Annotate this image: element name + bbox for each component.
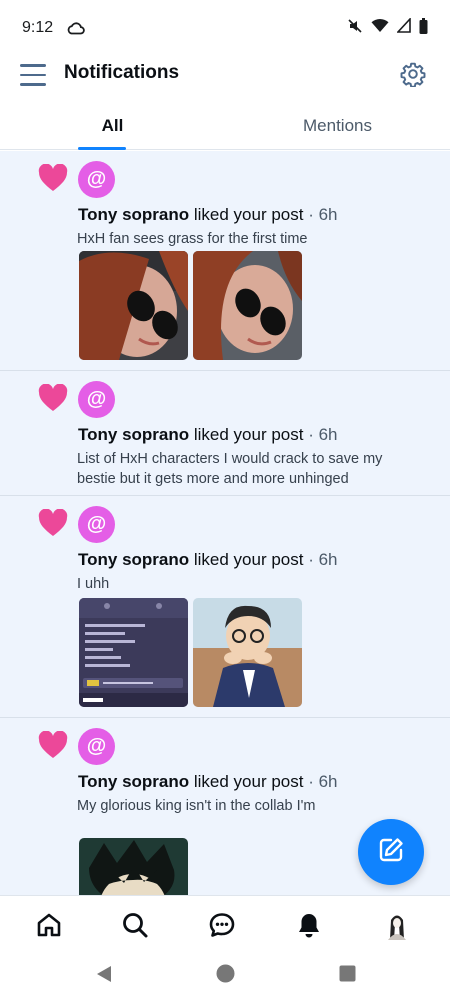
status-icons bbox=[347, 16, 428, 39]
post-text: HxH fan sees grass for the first time bbox=[77, 231, 308, 247]
system-nav-bar bbox=[0, 957, 450, 1000]
cloud-icon bbox=[67, 21, 85, 35]
heart-icon bbox=[38, 508, 68, 537]
notification-text: Tony soprano liked your post · 6h bbox=[78, 550, 338, 570]
post-images bbox=[79, 838, 188, 895]
signal-icon bbox=[396, 16, 411, 38]
post-text: List of HxH characters I would crack to … bbox=[77, 451, 383, 487]
post-image[interactable] bbox=[79, 598, 188, 707]
nav-notifications[interactable] bbox=[292, 910, 326, 944]
post-images bbox=[79, 598, 302, 707]
recents-icon[interactable] bbox=[339, 965, 356, 987]
heart-icon bbox=[38, 383, 68, 412]
tab-mentions[interactable]: Mentions bbox=[225, 104, 450, 149]
avatar[interactable]: @ bbox=[78, 161, 115, 198]
post-image[interactable] bbox=[79, 838, 188, 895]
timestamp: · 6h bbox=[303, 772, 338, 791]
notification-text: Tony soprano liked your post · 6h bbox=[78, 772, 338, 792]
avatar[interactable]: @ bbox=[78, 381, 115, 418]
user-name[interactable]: Tony soprano bbox=[78, 425, 189, 444]
nav-chat[interactable] bbox=[205, 910, 239, 944]
app-header: Notifications bbox=[0, 56, 450, 94]
back-icon[interactable] bbox=[96, 965, 112, 988]
notification-item[interactable]: @ Tony soprano liked your post · 6h I uh… bbox=[0, 496, 450, 718]
notification-action: liked your post bbox=[189, 425, 304, 444]
tab-all-label: All bbox=[101, 116, 124, 135]
bell-icon bbox=[295, 911, 323, 944]
page-title: Notifications bbox=[64, 62, 180, 83]
timestamp: · 6h bbox=[303, 550, 338, 569]
avatar[interactable]: @ bbox=[78, 728, 115, 765]
avatar[interactable]: @ bbox=[78, 506, 115, 543]
user-name[interactable]: Tony soprano bbox=[78, 550, 189, 569]
gear-icon[interactable] bbox=[400, 61, 426, 88]
notification-text: Tony soprano liked your post · 6h bbox=[78, 205, 338, 225]
heart-icon bbox=[38, 730, 68, 759]
timestamp: · 6h bbox=[303, 205, 338, 224]
home-icon bbox=[35, 911, 63, 944]
post-images bbox=[79, 251, 302, 360]
post-text: I uhh bbox=[77, 576, 110, 592]
battery-icon bbox=[419, 17, 428, 39]
status-time: 9:12 bbox=[22, 19, 54, 36]
post-image[interactable] bbox=[193, 598, 302, 707]
heart-icon bbox=[38, 163, 68, 192]
user-name[interactable]: Tony soprano bbox=[78, 205, 189, 224]
compose-button[interactable] bbox=[358, 819, 424, 885]
tab-bar: All Mentions bbox=[0, 104, 450, 150]
notification-action: liked your post bbox=[189, 772, 304, 791]
wifi-icon bbox=[371, 18, 389, 38]
home-circle-icon[interactable] bbox=[216, 964, 235, 988]
user-name[interactable]: Tony soprano bbox=[78, 772, 189, 791]
active-tab-indicator bbox=[78, 147, 126, 150]
notification-action: liked your post bbox=[189, 550, 304, 569]
mute-icon bbox=[347, 18, 363, 39]
notification-item[interactable]: @ Tony soprano liked your post · 6h HxH … bbox=[0, 151, 450, 371]
search-icon bbox=[121, 911, 149, 944]
nav-profile[interactable] bbox=[380, 909, 414, 945]
avatar bbox=[382, 909, 412, 945]
notification-item[interactable]: @ Tony soprano liked your post · 6h List… bbox=[0, 371, 450, 496]
notification-action: liked your post bbox=[189, 205, 304, 224]
notification-feed[interactable]: @ Tony soprano liked your post · 6h HxH … bbox=[0, 151, 450, 895]
timestamp: · 6h bbox=[303, 425, 338, 444]
nav-search[interactable] bbox=[118, 910, 152, 944]
post-image[interactable] bbox=[79, 251, 188, 360]
post-image[interactable] bbox=[193, 251, 302, 360]
hamburger-icon[interactable] bbox=[20, 64, 46, 86]
nav-home[interactable] bbox=[32, 910, 66, 944]
compose-icon bbox=[377, 836, 405, 869]
tab-mentions-label: Mentions bbox=[303, 116, 372, 135]
notification-text: Tony soprano liked your post · 6h bbox=[78, 425, 338, 445]
tab-all[interactable]: All bbox=[0, 104, 225, 149]
bottom-nav bbox=[0, 895, 450, 957]
post-text: My glorious king isn't in the collab I'm bbox=[77, 798, 316, 814]
status-bar: 9:12 bbox=[0, 0, 450, 56]
chat-icon bbox=[208, 911, 236, 944]
